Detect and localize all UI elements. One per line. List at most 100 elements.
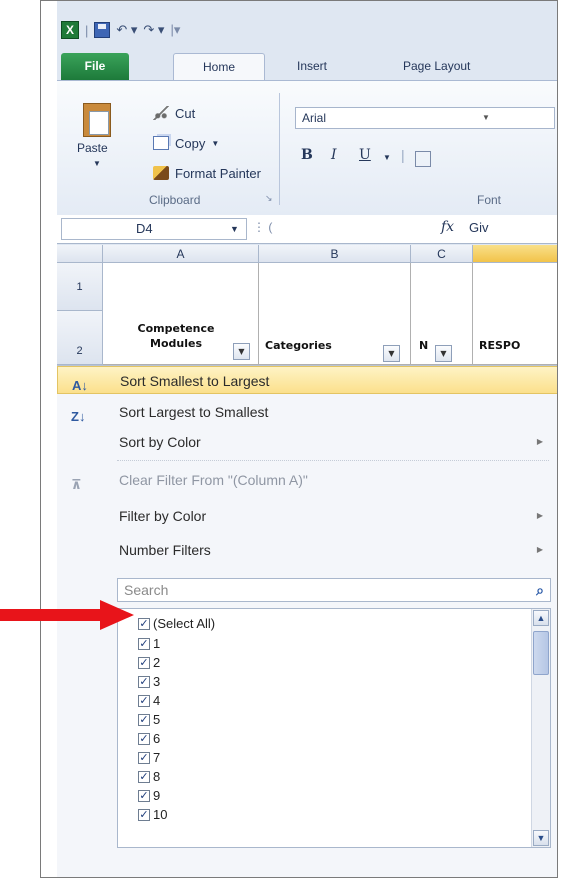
sort-ascending-icon: A↓ [72, 378, 88, 393]
checkbox-icon[interactable]: ✓ [138, 656, 150, 669]
filter-list-scrollbar[interactable]: ▲ ▼ [531, 609, 550, 847]
name-box[interactable]: D4 ▼ [61, 218, 247, 240]
undo-icon[interactable]: ↶ ▾ [116, 22, 137, 38]
filter-by-color-item[interactable]: Filter by Color ▶ [57, 502, 557, 530]
filter-item[interactable]: ✓ 1 [138, 635, 160, 652]
filter-item[interactable]: ✓ 3 [138, 673, 160, 690]
checkbox-icon[interactable]: ✓ [138, 770, 150, 783]
scroll-thumb[interactable] [533, 631, 549, 675]
checkbox-icon[interactable]: ✓ [138, 617, 150, 630]
checkbox-icon[interactable]: ✓ [138, 637, 150, 650]
paste-dropdown-icon[interactable]: ▼ [93, 159, 101, 168]
redo-icon[interactable]: ↷ ▾ [143, 22, 164, 38]
paste-sheet-icon [89, 111, 109, 135]
font-name-box[interactable]: Arial ▼ [295, 107, 555, 129]
checkbox-icon[interactable]: ✓ [138, 789, 150, 802]
filter-item[interactable]: ✓ 2 [138, 654, 160, 671]
sort-descending-label: Sort Largest to Smallest [119, 404, 269, 420]
checkbox-icon[interactable]: ✓ [138, 732, 150, 745]
font-dropdown-icon[interactable]: ▼ [482, 108, 490, 128]
filter-item[interactable]: ✓ 5 [138, 711, 160, 728]
header-respo: RESPO [479, 339, 521, 352]
save-icon[interactable] [94, 22, 111, 38]
filter-dropdown-b[interactable]: ▼ [383, 345, 400, 362]
search-icon[interactable]: ⌕ [536, 579, 544, 601]
filter-item[interactable]: ✓ 4 [138, 692, 160, 709]
filter-item-label: 8 [153, 769, 161, 784]
clear-filter-icon: ⊼ [71, 477, 82, 492]
ribbon-tabs: File Home Insert Page Layout [57, 53, 557, 80]
sort-ascending-label: Sort Smallest to Largest [120, 373, 270, 389]
filter-dropdown-c[interactable]: ▼ [435, 345, 452, 362]
borders-divider: | [401, 147, 405, 163]
underline-dropdown-icon[interactable]: ▼ [383, 153, 391, 162]
scroll-up-icon[interactable]: ▲ [533, 610, 549, 626]
filter-by-color-label: Filter by Color [119, 508, 207, 524]
excel-icon: X [61, 21, 79, 39]
header-competence-modules: Competence Modules [137, 322, 215, 350]
excel-window: X | ↶ ▾ ↷ ▾ |▾ File Home Insert Page Lay… [57, 1, 557, 877]
sort-by-color-label: Sort by Color [119, 434, 201, 450]
row-header-1[interactable]: 1 [57, 263, 103, 311]
formula-bar-separator-icon: ⋮ ( [253, 220, 273, 234]
scissors-icon [153, 106, 169, 120]
filter-item[interactable]: ✓ 9 [138, 787, 160, 804]
tab-file[interactable]: File [61, 53, 129, 80]
scroll-down-icon[interactable]: ▼ [533, 830, 549, 846]
cut-button[interactable]: Cut [153, 103, 195, 123]
red-arrow-shape [0, 600, 134, 630]
row-header-2[interactable]: 2 [57, 311, 103, 365]
cell-c1-c2[interactable]: N ▼ [411, 263, 473, 365]
number-filters-label: Number Filters [119, 542, 211, 558]
cell-a1-a2[interactable]: Competence Modules ▼ [103, 263, 259, 365]
filter-item-select-all[interactable]: ✓ (Select All) [138, 615, 215, 632]
number-filters-item[interactable]: Number Filters ▶ [57, 536, 557, 564]
formula-input[interactable]: Giv [469, 220, 489, 235]
sort-by-color-item[interactable]: Sort by Color ▶ [57, 428, 557, 456]
column-header-d[interactable] [473, 245, 557, 263]
name-box-dropdown-icon[interactable]: ▼ [230, 219, 239, 239]
checkbox-icon[interactable]: ✓ [138, 713, 150, 726]
cell-b1-b2[interactable]: Categories ▼ [259, 263, 411, 365]
tab-page-layout[interactable]: Page Layout [403, 53, 470, 80]
cell-d1-d2[interactable]: RESPO [473, 263, 557, 365]
checkbox-icon[interactable]: ✓ [138, 808, 150, 821]
filter-item-label: 7 [153, 750, 161, 765]
column-header-b[interactable]: B [259, 245, 411, 263]
paintbrush-icon [153, 166, 169, 180]
tab-insert[interactable]: Insert [297, 53, 327, 80]
format-painter-button[interactable]: Format Painter [153, 163, 261, 183]
checkbox-icon[interactable]: ✓ [138, 751, 150, 764]
qat-customize-icon[interactable]: |▾ [170, 22, 180, 38]
insert-function-icon[interactable]: fx [441, 219, 454, 235]
sort-ascending-item[interactable]: A↓ Sort Smallest to Largest [57, 366, 557, 394]
italic-button[interactable]: I [331, 147, 337, 163]
copy-dropdown-icon[interactable]: ▼ [211, 139, 219, 148]
tab-home[interactable]: Home [173, 53, 265, 80]
filter-search-input[interactable]: Search ⌕ [117, 578, 551, 602]
underline-button[interactable]: U [359, 147, 371, 163]
filter-item[interactable]: ✓ 6 [138, 730, 160, 747]
paste-label[interactable]: Paste [77, 141, 108, 155]
column-header-c[interactable]: C [411, 245, 473, 263]
filter-dropdown-a[interactable]: ▼ [233, 343, 250, 360]
borders-icon[interactable] [415, 151, 431, 167]
checkbox-icon[interactable]: ✓ [138, 675, 150, 688]
paste-button[interactable] [79, 99, 115, 139]
copy-button[interactable]: Copy ▼ [153, 133, 219, 153]
column-header-a[interactable]: A [103, 245, 259, 263]
font-group-label: Font [477, 193, 502, 207]
filter-item[interactable]: ✓ 7 [138, 749, 160, 766]
clipboard-launcher-icon[interactable]: ↘ [265, 193, 273, 204]
sort-descending-item[interactable]: Z↓ Sort Largest to Smallest [57, 398, 557, 426]
filter-item[interactable]: ✓ 10 [138, 806, 167, 823]
submenu-arrow-icon: ▶ [536, 437, 543, 446]
header-categories: Categories [265, 339, 332, 352]
checkbox-icon[interactable]: ✓ [138, 694, 150, 707]
bold-button[interactable]: B [301, 147, 313, 163]
select-all-corner[interactable] [57, 245, 103, 263]
font-name-value: Arial [302, 111, 327, 125]
clear-filter-item[interactable]: ⊼ Clear Filter From "(Column A)" [57, 466, 557, 494]
filter-item[interactable]: ✓ 8 [138, 768, 160, 785]
red-arrow-icon [0, 600, 134, 630]
